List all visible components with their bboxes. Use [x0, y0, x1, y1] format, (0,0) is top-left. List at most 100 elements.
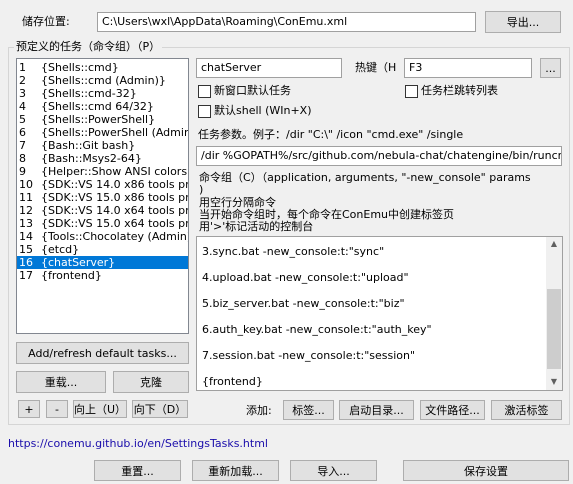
task-number: 17 [19, 269, 33, 282]
task-number: 16 [19, 256, 33, 269]
task-list-item[interactable]: 17 {frontend} [17, 269, 188, 282]
import-button[interactable]: 导入... [290, 460, 377, 481]
task-name: {SDK::VS 14.0 x86 tools promp [41, 178, 189, 191]
task-name: {Shells::PowerShell (Admin)} [41, 126, 189, 139]
reload-tasks-button[interactable]: 重载... [16, 371, 106, 393]
export-button[interactable]: 导出... [485, 11, 561, 33]
command-line: 6.auth_key.bat -new_console:t:"auth_key" [202, 323, 432, 336]
task-list-item[interactable]: 2 {Shells::cmd (Admin)} [17, 74, 188, 87]
task-name: {Shells::PowerShell} [41, 113, 156, 126]
reload-settings-button[interactable]: 重新加载... [192, 460, 279, 481]
move-down-button[interactable]: 向下（D） [132, 400, 188, 418]
task-name: {etcd} [41, 243, 80, 256]
command-line: 4.upload.bat -new_console:t:"upload" [202, 271, 409, 284]
commands-label: 命令组（C）（application, arguments, "-new_con… [199, 171, 531, 184]
default-shell-option[interactable]: 默认shell (WIn+X) [198, 104, 312, 118]
task-name: {SDK::VS 15.0 x86 tools promp [41, 191, 189, 204]
task-list-item[interactable]: 4 {Shells::cmd 64/32} [17, 100, 188, 113]
hotkey-browse-button[interactable]: ... [540, 58, 561, 78]
task-name: {Shells::cmd-32} [41, 87, 137, 100]
task-list-item[interactable]: 11 {SDK::VS 15.0 x86 tools promp [17, 191, 188, 204]
hotkey-label: 热键（H [355, 61, 397, 74]
task-number: 2 [19, 74, 26, 87]
commands-scrollbar[interactable]: ▲ ▼ [546, 237, 562, 390]
task-name: {frontend} [41, 269, 102, 282]
task-number: 13 [19, 217, 33, 230]
task-list-item[interactable]: 14 {Tools::Chocolatey (Admin)} [17, 230, 188, 243]
commands-textarea[interactable]: 3.sync.bat -new_console:t:"sync" 4.uploa… [196, 236, 563, 391]
task-list-item[interactable]: 16 {chatServer} [17, 256, 188, 269]
task-number: 15 [19, 243, 33, 256]
task-number: 14 [19, 230, 33, 243]
task-name: {Tools::Chocolatey (Admin)} [41, 230, 189, 243]
task-list-item[interactable]: 13 {SDK::VS 15.0 x64 tools promp [17, 217, 188, 230]
storage-label: 储存位置: [22, 15, 70, 28]
task-number: 6 [19, 126, 26, 139]
task-params-field[interactable]: /dir %GOPATH%/src/github.com/nebula-chat… [196, 146, 562, 166]
scroll-thumb[interactable] [547, 289, 561, 369]
task-name: {Shells::cmd (Admin)} [41, 74, 166, 87]
storage-path-field[interactable]: C:\Users\wxl\AppData\Roaming\ConEmu.xml [97, 12, 476, 32]
task-name: {SDK::VS 15.0 x64 tools promp [41, 217, 189, 230]
task-name: {Shells::cmd} [41, 61, 119, 74]
task-list-item[interactable]: 3 {Shells::cmd-32} [17, 87, 188, 100]
tasks-group-label: 预定义的任务（命令组）（P） [14, 40, 163, 54]
task-list-item[interactable]: 1 {Shells::cmd} [17, 61, 188, 74]
add-task-button[interactable]: + [18, 400, 40, 418]
task-list-item[interactable]: 6 {Shells::PowerShell (Admin)} [17, 126, 188, 139]
reset-button[interactable]: 重置... [94, 460, 181, 481]
default-new-window-label: 新窗口默认任务 [214, 84, 291, 97]
task-list-item[interactable]: 12 {SDK::VS 14.0 x64 tools promp [17, 204, 188, 217]
task-number: 11 [19, 191, 33, 204]
command-line: 7.session.bat -new_console:t:"session" [202, 349, 416, 362]
task-number: 4 [19, 100, 26, 113]
task-name: {Shells::cmd 64/32} [41, 100, 154, 113]
default-shell-checkbox[interactable] [198, 104, 211, 118]
save-settings-button[interactable]: 保存设置 [403, 460, 569, 481]
commands-label-close: ) [199, 183, 204, 196]
task-params-label: 任务参数。例子：/dir "C:\" /icon "cmd.exe" /sing… [198, 128, 464, 141]
start-dir-button[interactable]: 启动目录... [339, 400, 414, 420]
help-link[interactable]: https://conemu.github.io/en/SettingsTask… [8, 437, 268, 451]
taskbar-jump-option[interactable]: 任务栏跳转列表 [405, 84, 498, 98]
taskbar-jump-checkbox[interactable] [405, 84, 418, 98]
add-refresh-default-tasks-button[interactable]: Add/refresh default tasks... [16, 342, 189, 364]
task-list-item[interactable]: 5 {Shells::PowerShell} [17, 113, 188, 126]
task-list-item[interactable]: 8 {Bash::Msys2-64} [17, 152, 188, 165]
default-new-window-checkbox[interactable] [198, 84, 211, 98]
task-name: {Bash::Git bash} [41, 139, 136, 152]
task-name: {SDK::VS 14.0 x64 tools promp [41, 204, 189, 217]
move-up-button[interactable]: 向上（U） [73, 400, 127, 418]
task-list-item[interactable]: 10 {SDK::VS 14.0 x86 tools promp [17, 178, 188, 191]
task-list-item[interactable]: 7 {Bash::Git bash} [17, 139, 188, 152]
file-path-button[interactable]: 文件路径... [420, 400, 485, 420]
taskbar-jump-label: 任务栏跳转列表 [421, 84, 498, 97]
command-line: 3.sync.bat -new_console:t:"sync" [202, 245, 385, 258]
scroll-down-icon[interactable]: ▼ [549, 377, 559, 387]
task-number: 9 [19, 165, 26, 178]
task-name: {chatServer} [41, 256, 116, 269]
activate-tab-button[interactable]: 激活标签 [491, 400, 562, 420]
scroll-up-icon[interactable]: ▲ [549, 239, 559, 249]
task-name: {Helper::Show ANSI colors} [41, 165, 189, 178]
tags-button[interactable]: 标签... [283, 400, 334, 420]
task-number: 3 [19, 87, 26, 100]
task-number: 8 [19, 152, 26, 165]
task-list-item[interactable]: 9 {Helper::Show ANSI colors} [17, 165, 188, 178]
hotkey-field[interactable]: F3 [404, 58, 532, 78]
task-number: 5 [19, 113, 26, 126]
task-number: 12 [19, 204, 33, 217]
task-list[interactable]: 1 {Shells::cmd} 2 {Shells::cmd (Admin)} 3 {Sh… [16, 58, 189, 334]
clone-button[interactable]: 克隆 [113, 371, 189, 393]
task-name-field[interactable]: chatServer [196, 58, 342, 78]
task-name: {Bash::Msys2-64} [41, 152, 142, 165]
remove-task-button[interactable]: - [46, 400, 68, 418]
task-number: 7 [19, 139, 26, 152]
task-list-item[interactable]: 15 {etcd} [17, 243, 188, 256]
task-number: 10 [19, 178, 33, 191]
default-shell-label: 默认shell (WIn+X) [214, 104, 312, 117]
commands-hint-active: 用'>'标记活动的控制台 [199, 220, 314, 233]
command-line: 5.biz_server.bat -new_console:t:"biz" [202, 297, 405, 310]
add-label: 添加: [246, 404, 272, 417]
default-new-window-option[interactable]: 新窗口默认任务 [198, 84, 291, 98]
